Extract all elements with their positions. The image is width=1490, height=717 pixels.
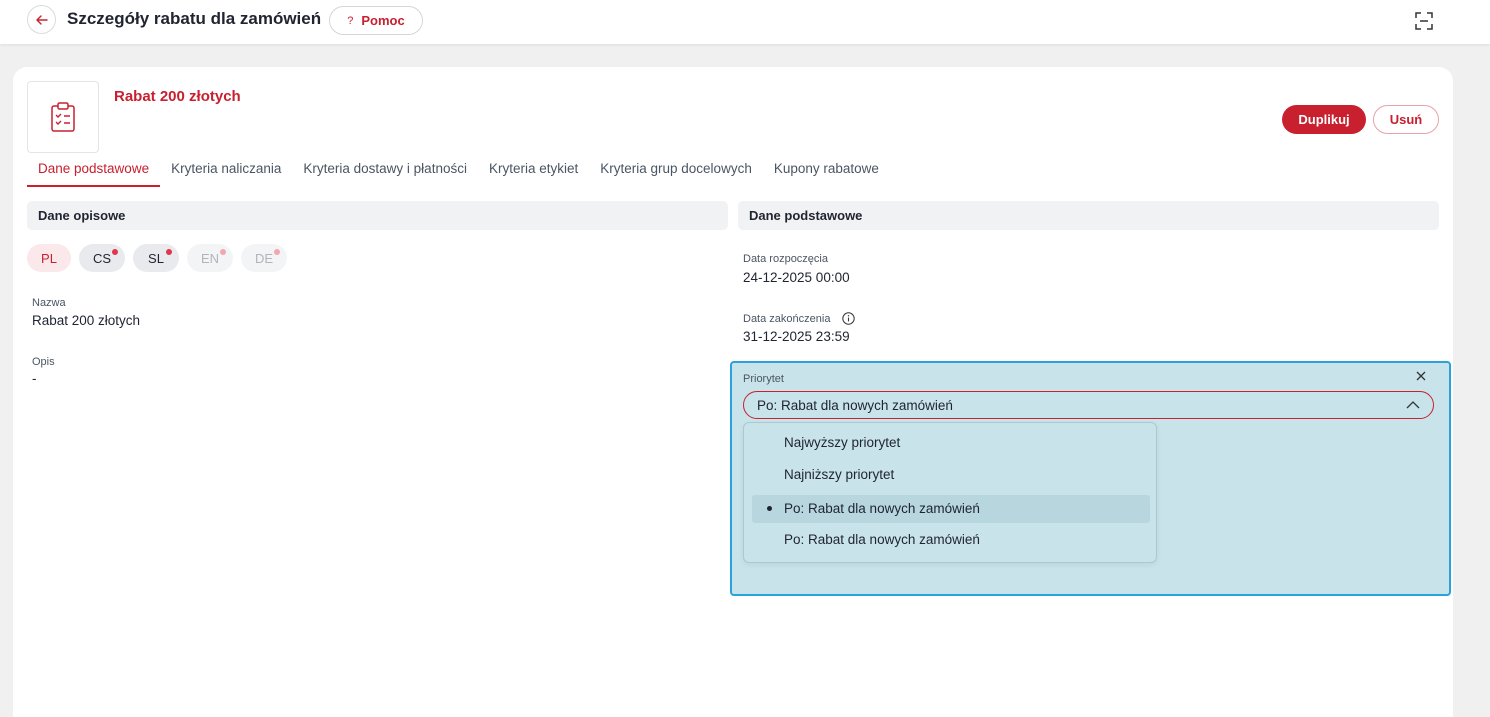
lang-code: EN <box>200 250 220 266</box>
tab-bar: Dane podstawowe Kryteria naliczania Kryt… <box>27 152 890 187</box>
tab-target-group-criteria[interactable]: Kryteria grup docelowych <box>589 152 763 187</box>
priority-label: Priorytet <box>743 373 784 385</box>
lang-code: PL <box>41 250 57 266</box>
priority-select[interactable]: Po: Rabat dla nowych zamówień <box>743 391 1434 419</box>
lang-code: SL <box>148 250 164 266</box>
question-icon: ? <box>347 14 354 27</box>
discount-title: Rabat 200 złotych <box>114 88 241 105</box>
lang-cs[interactable]: CS <box>79 244 125 272</box>
name-value: Rabat 200 złotych <box>32 313 141 328</box>
priority-dropdown: Najwyższy priorytet Najniższy priorytet … <box>743 422 1157 563</box>
missing-translation-dot <box>166 249 172 255</box>
tab-label-criteria[interactable]: Kryteria etykiet <box>478 152 589 187</box>
missing-translation-dot <box>274 249 280 255</box>
lang-de[interactable]: DE <box>241 244 287 272</box>
tab-calculation-criteria[interactable]: Kryteria naliczania <box>160 152 292 187</box>
fullscreen-icon[interactable] <box>1413 10 1435 32</box>
selected-bullet-icon <box>767 506 772 511</box>
arrow-left-icon <box>35 14 48 25</box>
priority-select-value: Po: Rabat dla nowych zamówień <box>757 398 953 413</box>
start-date-value: 24-12-2025 00:00 <box>743 270 850 285</box>
missing-translation-dot <box>112 249 118 255</box>
back-button[interactable] <box>27 5 56 34</box>
end-date-label: Data zakończenia <box>743 313 831 325</box>
missing-translation-dot <box>220 249 226 255</box>
end-date-value: 31-12-2025 23:59 <box>743 329 850 344</box>
priority-option[interactable]: Najwyższy priorytet <box>752 429 1150 457</box>
close-icon[interactable] <box>1414 369 1428 383</box>
lang-code: DE <box>254 250 274 266</box>
section-basic-data: Dane podstawowe <box>738 201 1439 230</box>
lang-en[interactable]: EN <box>187 244 233 272</box>
duplicate-button[interactable]: Duplikuj <box>1282 105 1366 134</box>
help-button[interactable]: ? Pomoc <box>329 6 423 35</box>
language-switcher: PL CS SL EN DE <box>27 244 287 272</box>
lang-pl[interactable]: PL <box>27 244 71 272</box>
tab-basic-data[interactable]: Dane podstawowe <box>27 152 161 187</box>
help-label: Pomoc <box>361 13 405 28</box>
clipboard-checklist-icon <box>51 102 75 132</box>
description-value: - <box>32 371 37 386</box>
delete-button[interactable]: Usuń <box>1373 105 1439 134</box>
info-icon[interactable] <box>842 312 855 325</box>
section-descriptive-data: Dane opisowe <box>27 201 728 230</box>
tab-coupons[interactable]: Kupony rabatowe <box>763 152 890 187</box>
tab-delivery-payment-criteria[interactable]: Kryteria dostawy i płatności <box>292 152 478 187</box>
description-label: Opis <box>32 356 55 368</box>
page-title: Szczegóły rabatu dla zamówień <box>67 9 322 28</box>
priority-option-selected[interactable]: Po: Rabat dla nowych zamówień <box>752 495 1150 523</box>
name-label: Nazwa <box>32 297 66 309</box>
chevron-up-icon <box>1406 401 1420 409</box>
priority-option-label: Po: Rabat dla nowych zamówień <box>784 501 980 516</box>
start-date-label: Data rozpoczęcia <box>743 253 828 265</box>
priority-option[interactable]: Najniższy priorytet <box>752 461 1150 489</box>
discount-thumbnail <box>27 81 99 153</box>
priority-option[interactable]: Po: Rabat dla nowych zamówień <box>752 526 1150 554</box>
lang-sl[interactable]: SL <box>133 244 179 272</box>
top-bar: Szczegóły rabatu dla zamówień ? Pomoc <box>0 0 1490 44</box>
lang-code: CS <box>92 250 112 266</box>
